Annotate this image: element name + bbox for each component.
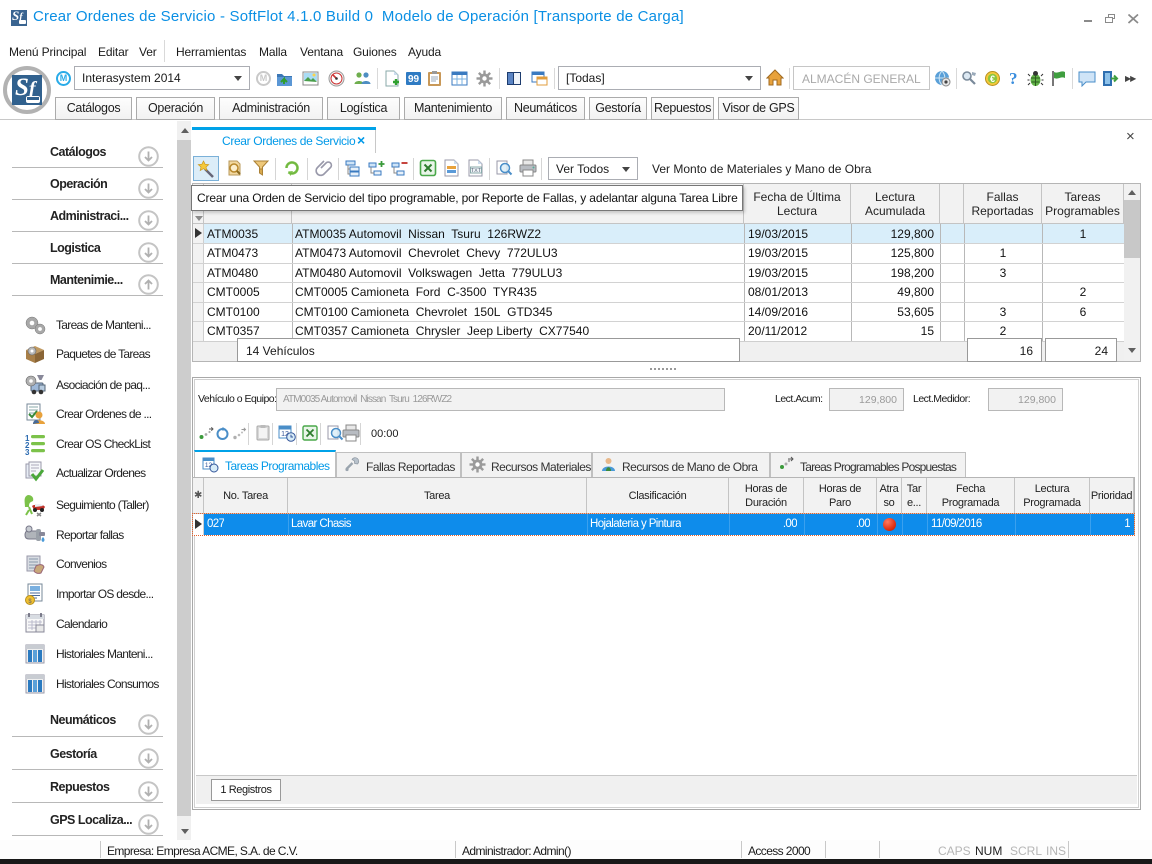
svg-text:99: 99 — [408, 74, 420, 85]
svg-text:TXT: TXT — [471, 168, 482, 174]
svg-text:€: € — [990, 74, 995, 84]
svg-text:3: 3 — [25, 448, 30, 456]
